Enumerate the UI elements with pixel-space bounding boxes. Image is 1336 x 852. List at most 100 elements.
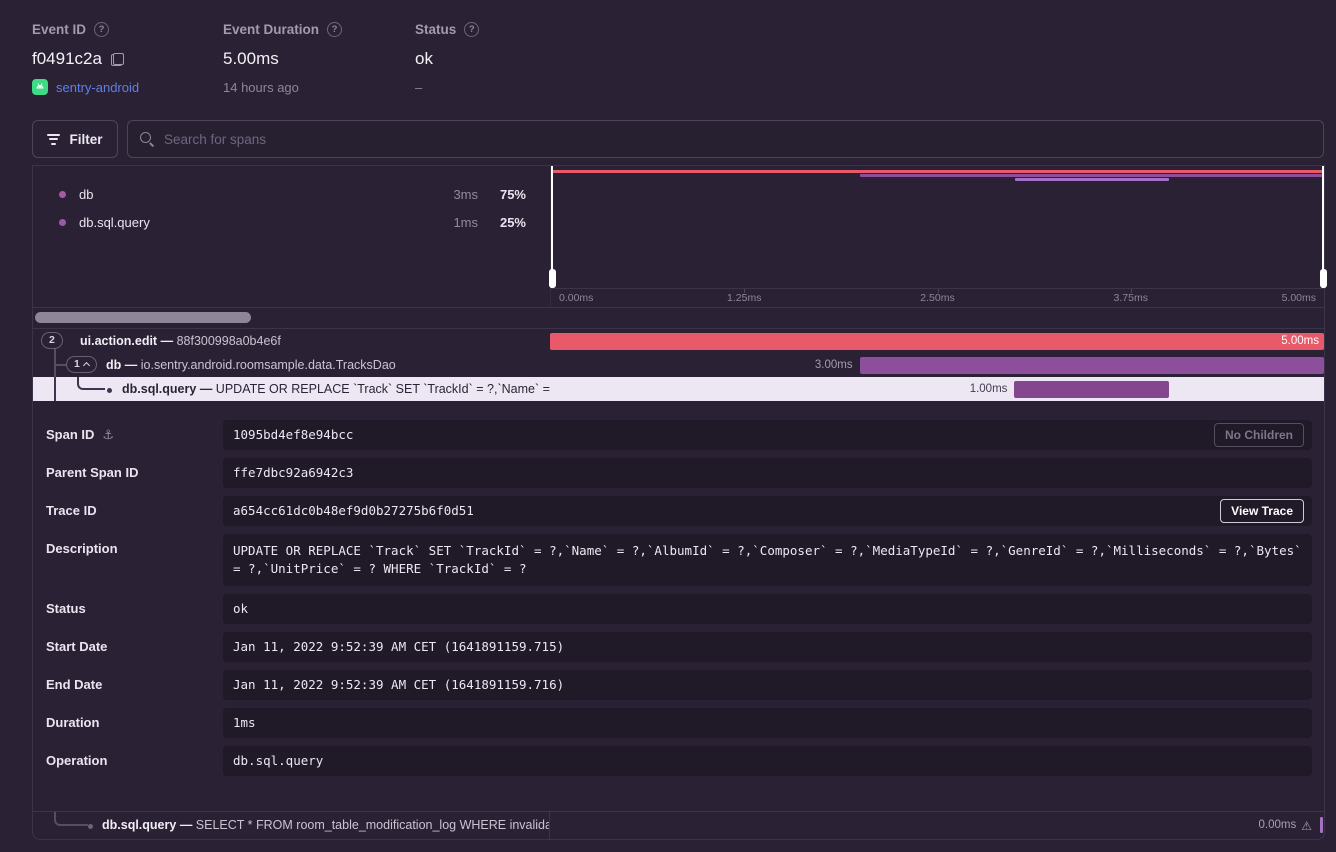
axis-label: 2.50ms <box>920 291 954 306</box>
span-duration-label: 1.00ms <box>970 377 1015 401</box>
detail-label: Status <box>46 601 86 624</box>
help-icon[interactable]: ? <box>327 22 342 37</box>
span-desc: SELECT * FROM room_table_modification_lo… <box>196 818 550 832</box>
minimap-span-bar <box>551 170 1324 173</box>
operations-breakdown: db 3ms 75% db.sql.query 1ms 25% <box>33 166 550 307</box>
span-duration-label: 3.00ms <box>815 353 860 377</box>
span-status-value: ok <box>233 601 248 616</box>
span-duration-bar[interactable] <box>860 357 1324 374</box>
time-axis: 0.00ms 1.25ms 2.50ms 3.75ms 5.00ms <box>551 288 1324 307</box>
copy-icon[interactable] <box>111 53 124 66</box>
spans-toolbar: Filter <box>32 120 1324 158</box>
status-sub: – <box>415 78 479 96</box>
tree-connector-line <box>54 364 66 366</box>
project-link[interactable]: sentry-android <box>32 78 139 96</box>
help-icon[interactable]: ? <box>464 22 479 37</box>
parent-span-id-value: ffe7dbc92a6942c3 <box>233 465 353 480</box>
parent-span-id-value-box: ffe7dbc92a6942c3 <box>223 458 1312 488</box>
minimap-span-bar <box>1015 178 1170 181</box>
trace-minimap-section: db 3ms 75% db.sql.query 1ms 25% <box>32 165 1325 329</box>
status-value: ok <box>415 49 433 69</box>
span-duration-label: 0.00ms <box>1259 812 1297 839</box>
filter-button[interactable]: Filter <box>32 120 118 158</box>
span-duration-value: 1ms <box>233 715 256 730</box>
detail-label: Duration <box>46 715 99 738</box>
op-desc-separator: — <box>180 818 193 832</box>
event-duration-value: 5.00ms <box>223 49 279 69</box>
span-row-db-sql-query-selected[interactable]: db.sql.query — UPDATE OR REPLACE `Track`… <box>33 377 1324 401</box>
chevron-up-icon <box>83 362 90 369</box>
zero-duration-span-bar[interactable] <box>1320 817 1323 833</box>
start-date-value-box: Jan 11, 2022 9:52:39 AM CET (1641891159.… <box>223 632 1312 662</box>
event-id-column: Event ID ? f0491c2a sentry-android <box>32 20 139 96</box>
android-icon <box>32 79 48 95</box>
end-date-value: Jan 11, 2022 9:52:39 AM CET (1641891159.… <box>233 677 564 692</box>
horizontal-scrollbar[interactable] <box>35 312 251 323</box>
end-date-value-box: Jan 11, 2022 9:52:39 AM CET (1641891159.… <box>223 670 1312 700</box>
drag-grip-icon[interactable] <box>549 269 556 288</box>
tree-dot-icon <box>88 824 93 829</box>
minimap-left-handle[interactable] <box>551 166 553 288</box>
detail-label: End Date <box>46 677 102 700</box>
event-header: Event ID ? f0491c2a sentry-android Event… <box>32 20 1304 104</box>
children-count: 1 <box>74 357 80 372</box>
span-desc: io.sentry.android.roomsample.data.Tracks… <box>141 358 396 372</box>
status-column: Status ? ok – <box>415 20 479 96</box>
search-input[interactable] <box>164 132 1311 147</box>
span-row-db-sql-query-select[interactable]: db.sql.query — SELECT * FROM room_table_… <box>33 811 1324 839</box>
legend-row-db-sql-query[interactable]: db.sql.query 1ms 25% <box>33 208 550 236</box>
detail-label: Span ID <box>46 427 94 450</box>
span-row-ui-action-edit[interactable]: 2 ui.action.edit — 88f300998a0b4e6f 5.00… <box>33 329 1324 353</box>
span-tree: 2 ui.action.edit — 88f300998a0b4e6f 5.00… <box>32 329 1325 840</box>
span-search <box>127 120 1324 158</box>
no-children-button[interactable]: No Children <box>1214 423 1304 447</box>
minimap-right-handle[interactable] <box>1322 166 1324 288</box>
view-trace-button[interactable]: View Trace <box>1220 499 1304 523</box>
anchor-icon[interactable]: ⚓ <box>102 427 114 450</box>
help-icon[interactable]: ? <box>94 22 109 37</box>
description-value: UPDATE OR REPLACE `Track` SET `TrackId` … <box>233 543 1302 576</box>
event-duration-label: Event Duration <box>223 22 319 37</box>
children-count-pill[interactable]: 2 <box>41 332 63 349</box>
tree-elbow-connector <box>54 812 88 826</box>
span-duration-label: 5.00ms <box>1281 329 1319 353</box>
horizontal-scroll-track[interactable] <box>33 307 1324 327</box>
op-color-dot <box>59 219 66 226</box>
span-id-value-box: 1095bd4ef8e94bcc No Children <box>223 420 1312 450</box>
description-value-box: UPDATE OR REPLACE `Track` SET `TrackId` … <box>223 534 1312 586</box>
minimap-span-bar <box>860 174 1324 177</box>
detail-label: Start Date <box>46 639 107 662</box>
event-duration-column: Event Duration ? 5.00ms 14 hours ago <box>223 20 342 96</box>
legend-row-db[interactable]: db 3ms 75% <box>33 180 550 208</box>
span-duration-bar[interactable] <box>1014 381 1169 398</box>
span-op: db <box>106 358 121 372</box>
event-id-value: f0491c2a <box>32 49 102 69</box>
span-row-db[interactable]: 1 db — io.sentry.android.roomsample.data… <box>33 353 1324 377</box>
collapse-pill[interactable]: 1 <box>66 356 97 373</box>
span-id-value: 1095bd4ef8e94bcc <box>233 427 353 442</box>
op-color-dot <box>59 191 66 198</box>
span-op: db.sql.query <box>122 382 196 396</box>
operation-value-box: db.sql.query <box>223 746 1312 776</box>
status-value-box: ok <box>223 594 1312 624</box>
span-duration-bar[interactable] <box>550 333 1324 350</box>
op-duration: 1ms <box>428 215 478 230</box>
duration-value-box: 1ms <box>223 708 1312 738</box>
children-count: 2 <box>49 333 55 348</box>
op-name: db.sql.query <box>79 215 428 230</box>
axis-label: 3.75ms <box>1114 291 1148 306</box>
drag-grip-icon[interactable] <box>1320 269 1327 288</box>
filter-icon <box>47 134 60 145</box>
search-icon <box>140 132 154 146</box>
minimap-canvas[interactable] <box>551 166 1324 288</box>
detail-label: Parent Span ID <box>46 465 138 488</box>
axis-label: 5.00ms <box>1282 291 1316 306</box>
trace-id-value-box: a654cc61dc0b48ef9d0b27275b6f0d51 View Tr… <box>223 496 1312 526</box>
span-desc: 88f300998a0b4e6f <box>177 334 281 348</box>
detail-label: Trace ID <box>46 503 97 526</box>
span-op: db.sql.query <box>102 818 176 832</box>
event-id-label: Event ID <box>32 22 86 37</box>
detail-label: Operation <box>46 753 107 776</box>
detail-label: Description <box>46 541 118 586</box>
tree-guide-line <box>54 377 56 401</box>
